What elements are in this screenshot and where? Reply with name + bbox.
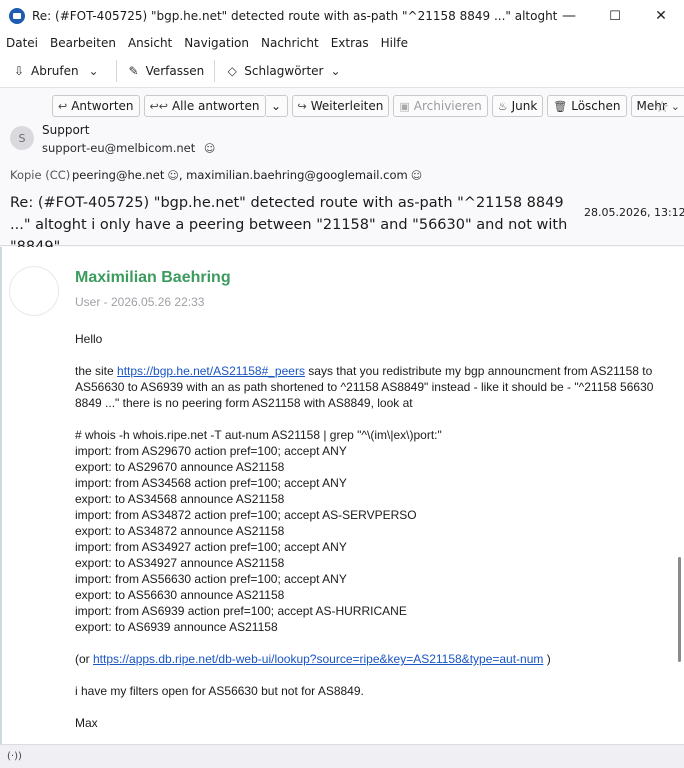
bgp-he-link[interactable]: https://bgp.he.net/AS21158#_peers — [117, 364, 305, 378]
forward-button[interactable]: ↪ Weiterleiten — [291, 95, 390, 117]
reply-all-button[interactable]: ↩↩ Alle antworten — [143, 95, 266, 117]
get-mail-label: Abrufen — [31, 63, 79, 78]
whois-line: import: from AS34568 action pref=100; ac… — [75, 476, 347, 490]
toolbar-separator — [214, 59, 216, 82]
window-title: Re: (#FOT-405725) "bgp.he.net" detected … — [32, 9, 562, 23]
get-mail-dropdown[interactable]: ⌄ — [83, 59, 110, 83]
archive-label: Archivieren — [413, 99, 482, 113]
menu-file[interactable]: Datei — [6, 36, 38, 50]
junk-button[interactable]: ♨ Junk — [491, 95, 544, 117]
whois-line: import: from AS34872 action pref=100; ac… — [75, 508, 417, 522]
reply-all-icon: ↩↩ — [149, 99, 168, 113]
menu-navigation[interactable]: Navigation — [184, 36, 249, 50]
archive-button[interactable]: ▣ Archivieren — [393, 95, 488, 117]
ripe-db-link[interactable]: https://apps.db.ripe.net/db-web-ui/looku… — [93, 652, 543, 666]
whois-line: import: from AS6939 action pref=100; acc… — [75, 604, 407, 618]
star-icon[interactable]: ☆ — [655, 97, 669, 116]
contact-icon[interactable]: ☺ — [411, 169, 422, 182]
author-name: Maximilian Baehring — [75, 269, 231, 286]
sender-email-text[interactable]: support-eu@melbicom.net — [42, 141, 195, 155]
tags-button[interactable]: ◇ Schlagwörter ⌄ — [221, 59, 346, 83]
close-button[interactable]: ✕ — [638, 0, 684, 32]
whois-line: # whois -h whois.ripe.net -T aut-num AS2… — [75, 428, 442, 442]
greeting: Hello — [75, 332, 103, 346]
compose-label: Verfassen — [145, 63, 205, 78]
sender-avatar: S — [10, 126, 34, 150]
whois-line: export: to AS56630 announce AS21158 — [75, 588, 285, 602]
activity-icon[interactable]: (·)) — [7, 751, 22, 762]
whois-line: export: to AS34927 announce AS21158 — [75, 556, 285, 570]
menu-edit[interactable]: Bearbeiten — [50, 36, 116, 50]
author-role: User - 2026.05.26 22:33 — [75, 295, 205, 309]
chevron-down-icon: ⌄ — [88, 63, 99, 78]
header-actions: ↩ Antworten ↩↩ Alle antworten ⌄ ↪ Weiter… — [52, 95, 684, 117]
cc-label: Kopie (CC) — [10, 168, 71, 182]
paragraph-intro: the site https://bgp.he.net/AS21158#_pee… — [75, 363, 670, 411]
whois-line: import: from AS56630 action pref=100; ac… — [75, 572, 347, 586]
cc-recipient-1[interactable]: peering@he.net — [72, 168, 164, 182]
contact-icon[interactable]: ☺ — [204, 142, 215, 155]
whois-line: export: to AS34568 announce AS21158 — [75, 492, 285, 506]
compose-button[interactable]: ✎ Verfassen — [123, 59, 209, 83]
whois-block: # whois -h whois.ripe.net -T aut-num AS2… — [75, 427, 670, 635]
reply-icon: ↩ — [58, 99, 68, 113]
intro-text-before: the site — [75, 364, 118, 378]
whois-line: export: to AS29670 announce AS21158 — [75, 460, 285, 474]
cc-recipients: peering@he.net ☺, maximilian.baehring@goo… — [72, 168, 423, 182]
chevron-down-icon: ⌄ — [270, 99, 282, 113]
thunderbird-icon — [9, 8, 25, 24]
sender-name-text[interactable]: Support — [42, 123, 89, 137]
get-mail-button[interactable]: ⇩ Abrufen — [8, 59, 83, 83]
reply-all-label: Alle antworten — [171, 99, 260, 113]
message-header: ↩ Antworten ↩↩ Alle antworten ⌄ ↪ Weiter… — [0, 88, 684, 255]
scrollbar-thumb[interactable] — [678, 557, 681, 662]
thread-rail — [0, 247, 2, 744]
minimize-button[interactable]: — — [546, 0, 592, 32]
status-bar: (·)) — [0, 744, 684, 768]
archive-icon: ▣ — [399, 99, 410, 113]
chevron-down-icon: ⌄ — [670, 99, 680, 113]
message-date: 28.05.2026, 13:12 — [584, 206, 684, 219]
flame-icon: ♨ — [497, 99, 508, 113]
junk-label: Junk — [511, 99, 538, 113]
paragraph-filters: i have my filters open for AS56630 but n… — [75, 684, 364, 698]
delete-label: Löschen — [571, 99, 621, 113]
author-avatar — [10, 267, 58, 315]
sender-name: Support — [42, 123, 89, 137]
sender-email: support-eu@melbicom.net ☺ — [42, 141, 215, 155]
delete-button[interactable]: 🗑 Löschen — [547, 95, 627, 117]
whois-line: export: to AS34872 announce AS21158 — [75, 524, 285, 538]
download-icon: ⇩ — [13, 63, 25, 78]
reply-all-dropdown[interactable]: ⌄ — [265, 95, 288, 117]
menu-message[interactable]: Nachricht — [261, 36, 319, 50]
maximize-button[interactable]: ☐ — [592, 0, 638, 32]
cc-recipient-2[interactable]: maximilian.baehring@googlemail.com — [186, 168, 408, 182]
tags-label: Schlagwörter — [244, 63, 324, 78]
whois-line: import: from AS29670 action pref=100; ac… — [75, 444, 347, 458]
ripe-text-before: (or — [75, 652, 93, 666]
forward-label: Weiterleiten — [310, 99, 384, 113]
menu-tools[interactable]: Extras — [331, 36, 369, 50]
whois-line: import: from AS34927 action pref=100; ac… — [75, 540, 347, 554]
toolbar-separator — [115, 59, 117, 82]
paragraph-ripe-link: (or https://apps.db.ripe.net/db-web-ui/l… — [75, 651, 670, 667]
reply-label: Antworten — [71, 99, 134, 113]
menu-view[interactable]: Ansicht — [128, 36, 172, 50]
menu-help[interactable]: Hilfe — [381, 36, 408, 50]
chevron-down-icon: ⌄ — [330, 63, 341, 78]
ripe-text-after: ) — [543, 652, 551, 666]
trash-icon: 🗑 — [553, 99, 568, 113]
forward-icon: ↪ — [297, 99, 307, 113]
signature: Max — [75, 716, 98, 730]
main-toolbar: ⇩ Abrufen ⌄ ✎ Verfassen ◇ Schlagwörter ⌄ — [0, 54, 684, 88]
whois-line: export: to AS6939 announce AS21158 — [75, 620, 278, 634]
tag-icon: ◇ — [227, 63, 237, 78]
message-body: Maximilian Baehring User - 2026.05.26 22… — [0, 247, 684, 744]
reply-button[interactable]: ↩ Antworten — [52, 95, 140, 117]
title-bar: Re: (#FOT-405725) "bgp.he.net" detected … — [0, 0, 684, 32]
message-content: Hello the site https://bgp.he.net/AS2115… — [75, 331, 670, 744]
contact-icon[interactable]: ☺ — [167, 169, 178, 182]
menu-bar: Datei Bearbeiten Ansicht Navigation Nach… — [0, 32, 684, 54]
pencil-icon: ✎ — [128, 63, 139, 78]
